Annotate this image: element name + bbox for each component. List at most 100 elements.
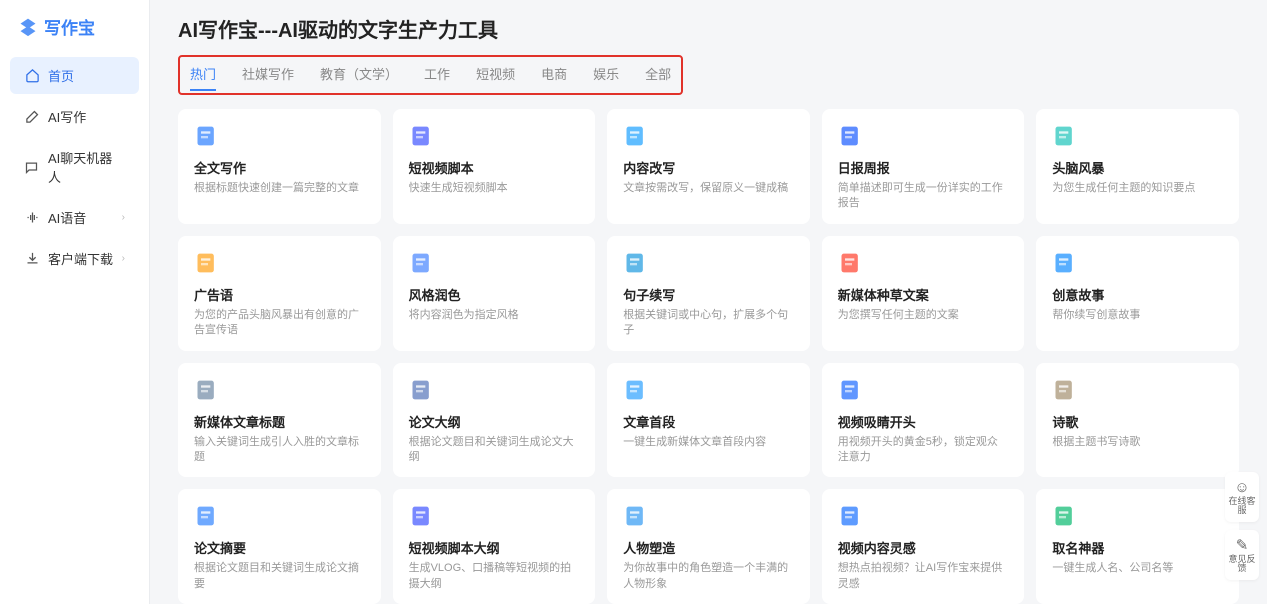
- tool-title: 短视频脚本: [409, 158, 580, 177]
- tool-card[interactable]: 短视频脚本大纲生成VLOG、口播稿等短视频的拍摄大纲: [393, 489, 596, 604]
- tool-title: 视频内容灵感: [838, 538, 1009, 557]
- tool-icon: [1052, 122, 1080, 150]
- sidebar-item-download[interactable]: 客户端下载 ›: [10, 240, 139, 277]
- tool-card[interactable]: 短视频脚本快速生成短视频脚本: [393, 109, 596, 224]
- tool-desc: 将内容润色为指定风格: [409, 308, 580, 323]
- tool-card[interactable]: 创意故事帮你续写创意故事: [1036, 236, 1239, 351]
- note-icon: ✎: [1236, 538, 1249, 553]
- tool-icon: [409, 376, 437, 404]
- tool-card[interactable]: 人物塑造为你故事中的角色塑造一个丰满的人物形象: [607, 489, 810, 604]
- tool-desc: 一键生成人名、公司名等: [1052, 561, 1223, 576]
- chevron-right-icon: ›: [122, 253, 125, 264]
- category-tabs: 热门 社媒写作 教育（文学） 工作 短视频 电商 娱乐 全部: [190, 61, 671, 91]
- tool-card[interactable]: 视频内容灵感想热点拍视频？让AI写作宝来提供灵感: [822, 489, 1025, 604]
- tab-education[interactable]: 教育（文学）: [320, 61, 398, 91]
- tool-card[interactable]: 文章首段一键生成新媒体文章首段内容: [607, 363, 810, 478]
- tool-title: 短视频脚本大纲: [409, 538, 580, 557]
- tabs-highlight-box: 热门 社媒写作 教育（文学） 工作 短视频 电商 娱乐 全部: [178, 55, 683, 95]
- tool-desc: 帮你续写创意故事: [1052, 308, 1223, 323]
- logo[interactable]: 写作宝: [0, 10, 149, 53]
- sidebar-item-home[interactable]: 首页: [10, 57, 139, 94]
- tool-icon: [409, 249, 437, 277]
- tool-title: 全文写作: [194, 158, 365, 177]
- tool-card[interactable]: 句子续写根据关键词或中心句，扩展多个句子: [607, 236, 810, 351]
- tool-desc: 快速生成短视频脚本: [409, 181, 580, 196]
- tool-title: 视频吸睛开头: [838, 412, 1009, 431]
- tool-icon: [623, 249, 651, 277]
- home-icon: [24, 68, 40, 84]
- tool-card[interactable]: 全文写作根据标题快速创建一篇完整的文章: [178, 109, 381, 224]
- float-label: 在线客服: [1225, 497, 1259, 515]
- tool-card[interactable]: 风格润色将内容润色为指定风格: [393, 236, 596, 351]
- tool-desc: 生成VLOG、口播稿等短视频的拍摄大纲: [409, 561, 580, 592]
- feedback-button[interactable]: ✎ 意见反馈: [1225, 530, 1259, 580]
- tool-icon: [194, 249, 222, 277]
- sidebar-item-ai-chatbot[interactable]: AI聊天机器人: [10, 139, 139, 195]
- tool-card[interactable]: 头脑风暴为您生成任何主题的知识要点: [1036, 109, 1239, 224]
- tool-title: 诗歌: [1052, 412, 1223, 431]
- customer-service-button[interactable]: ☺ 在线客服: [1225, 472, 1259, 522]
- tool-title: 创意故事: [1052, 285, 1223, 304]
- tab-shortvideo[interactable]: 短视频: [476, 61, 515, 91]
- tool-card[interactable]: 视频吸睛开头用视频开头的黄金5秒，锁定观众注意力: [822, 363, 1025, 478]
- tool-title: 新媒体种草文案: [838, 285, 1009, 304]
- tool-title: 头脑风暴: [1052, 158, 1223, 177]
- sidebar-item-ai-writing[interactable]: AI写作: [10, 98, 139, 135]
- tool-card[interactable]: 新媒体种草文案为您撰写任何主题的文案: [822, 236, 1025, 351]
- headset-icon: ☺: [1234, 480, 1249, 495]
- sidebar-item-label: AI语音: [48, 208, 86, 227]
- tool-card[interactable]: 诗歌根据主题书写诗歌: [1036, 363, 1239, 478]
- tool-icon: [194, 502, 222, 530]
- tool-icon: [194, 122, 222, 150]
- float-label: 意见反馈: [1225, 555, 1259, 573]
- tool-desc: 为您撰写任何主题的文案: [838, 308, 1009, 323]
- tab-ecommerce[interactable]: 电商: [541, 61, 567, 91]
- tab-social[interactable]: 社媒写作: [242, 61, 294, 91]
- tool-title: 文章首段: [623, 412, 794, 431]
- tool-card[interactable]: 论文摘要根据论文题目和关键词生成论文摘要: [178, 489, 381, 604]
- tool-card[interactable]: 广告语为您的产品头脑风暴出有创意的广告宣传语: [178, 236, 381, 351]
- tool-card[interactable]: 取名神器一键生成人名、公司名等: [1036, 489, 1239, 604]
- tool-title: 人物塑造: [623, 538, 794, 557]
- main-content: AI写作宝---AI驱动的文字生产力工具 热门 社媒写作 教育（文学） 工作 短…: [150, 0, 1267, 604]
- pencil-icon: [24, 109, 40, 125]
- tool-icon: [838, 502, 866, 530]
- tool-card[interactable]: 内容改写文章按需改写，保留原义一键成稿: [607, 109, 810, 224]
- logo-icon: [18, 17, 38, 37]
- tool-card[interactable]: 论文大纲根据论文题目和关键词生成论文大纲: [393, 363, 596, 478]
- tool-desc: 文章按需改写，保留原义一键成稿: [623, 181, 794, 196]
- audio-icon: [24, 210, 40, 226]
- tool-icon: [409, 502, 437, 530]
- chat-icon: [24, 159, 40, 175]
- tool-icon: [194, 376, 222, 404]
- tool-icon: [623, 376, 651, 404]
- tool-icon: [623, 502, 651, 530]
- sidebar-item-label: 客户端下载: [48, 249, 113, 268]
- tool-title: 句子续写: [623, 285, 794, 304]
- tool-desc: 根据标题快速创建一篇完整的文章: [194, 181, 365, 196]
- tool-title: 论文摘要: [194, 538, 365, 557]
- tool-title: 内容改写: [623, 158, 794, 177]
- tool-card[interactable]: 日报周报简单描述即可生成一份详实的工作报告: [822, 109, 1025, 224]
- sidebar-item-ai-voice[interactable]: AI语音 ›: [10, 199, 139, 236]
- chevron-right-icon: ›: [122, 212, 125, 223]
- tab-all[interactable]: 全部: [645, 61, 671, 91]
- tab-work[interactable]: 工作: [424, 61, 450, 91]
- tool-title: 广告语: [194, 285, 365, 304]
- sidebar: 写作宝 首页 AI写作 AI聊天机器人 AI语音 ›: [0, 0, 150, 604]
- tool-icon: [1052, 249, 1080, 277]
- tool-icon: [409, 122, 437, 150]
- tool-desc: 一键生成新媒体文章首段内容: [623, 435, 794, 450]
- tool-icon: [1052, 502, 1080, 530]
- tool-title: 新媒体文章标题: [194, 412, 365, 431]
- sidebar-item-label: 首页: [48, 66, 74, 85]
- tab-hot[interactable]: 热门: [190, 61, 216, 91]
- tool-desc: 根据论文题目和关键词生成论文摘要: [194, 561, 365, 592]
- tool-icon: [838, 249, 866, 277]
- tool-title: 日报周报: [838, 158, 1009, 177]
- tab-entertainment[interactable]: 娱乐: [593, 61, 619, 91]
- tool-desc: 为您生成任何主题的知识要点: [1052, 181, 1223, 196]
- tool-icon: [623, 122, 651, 150]
- tool-desc: 根据论文题目和关键词生成论文大纲: [409, 435, 580, 466]
- tool-card[interactable]: 新媒体文章标题输入关键词生成引人入胜的文章标题: [178, 363, 381, 478]
